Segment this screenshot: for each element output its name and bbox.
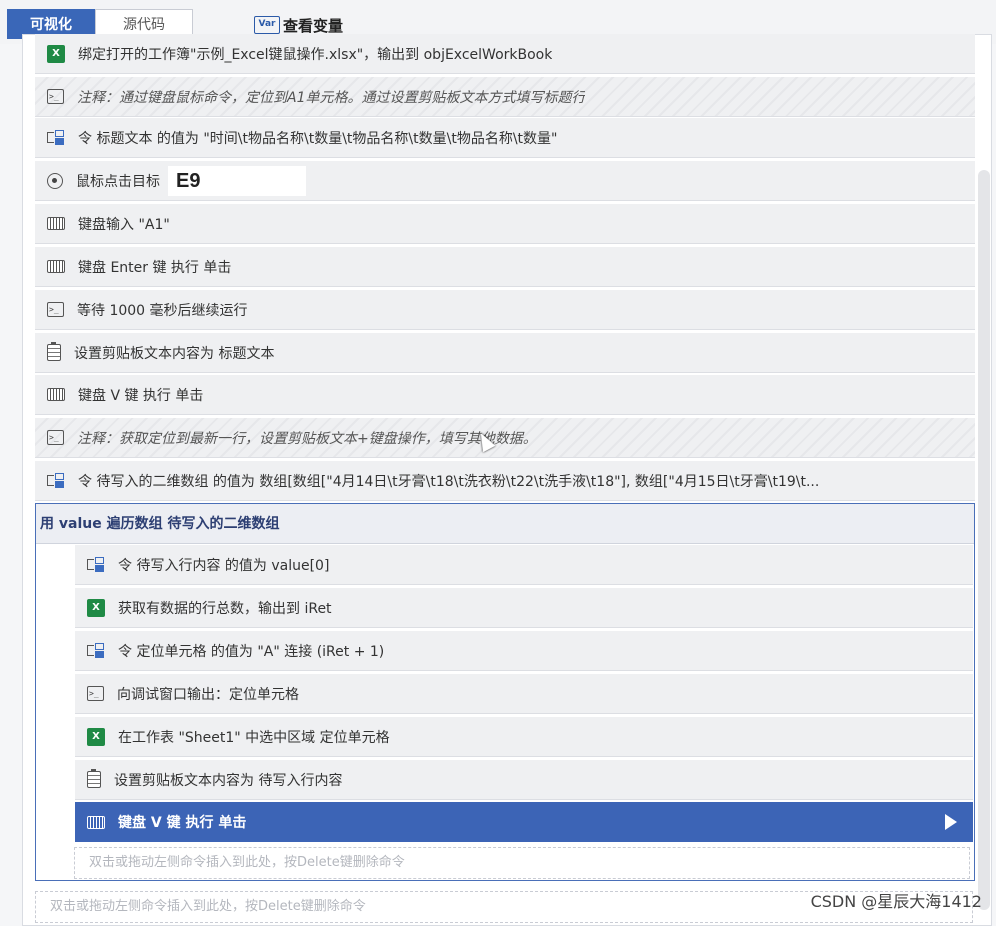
command-text: 键盘 V 键 执行 单击 — [78, 387, 204, 404]
clipboard-icon — [87, 769, 101, 788]
keyboard-icon — [47, 217, 65, 230]
variable-icon — [87, 642, 105, 660]
loop-command-row[interactable]: 令 定位单元格 的值为 "A" 连接 (iRet + 1) — [75, 631, 973, 671]
command-row[interactable]: 令 待写入的二维数组 的值为 数组[数组["4月14日\t牙膏\t18\t洗衣粉… — [35, 461, 975, 501]
command-text: 令 待写入的二维数组 的值为 数组[数组["4月14日\t牙膏\t18\t洗衣粉… — [78, 473, 820, 490]
command-text: 键盘输入 "A1" — [78, 216, 170, 233]
terminal-icon: >_ — [47, 430, 64, 445]
keyboard-icon — [87, 815, 105, 829]
view-variables-label: 查看变量 — [283, 16, 344, 35]
keyboard-icon — [47, 388, 65, 401]
command-text: 绑定打开的工作簿"示例_Excel键鼠操作.xlsx"，输出到 objExcel… — [78, 46, 553, 63]
watermark: CSDN @星辰大海1412 — [810, 892, 982, 911]
command-text: 键盘 V 键 执行 单击 — [118, 815, 247, 831]
command-text: 令 待写入行内容 的值为 value[0] — [118, 557, 330, 574]
loop-header[interactable]: 用 value 遍历数组 待写入的二维数组 — [36, 504, 974, 544]
loop-command-row[interactable]: X 在工作表 "Sheet1" 中选中区域 定位单元格 — [75, 717, 973, 757]
loop-command-row-selected[interactable]: 键盘 V 键 执行 单击 — [75, 802, 973, 842]
command-row[interactable]: 键盘 V 键 执行 单击 — [35, 375, 975, 415]
command-row[interactable]: 键盘输入 "A1" — [35, 204, 975, 244]
loop-command-row[interactable]: >_ 向调试窗口输出：定位单元格 — [75, 674, 973, 714]
terminal-icon: >_ — [47, 302, 64, 317]
loop-command-row[interactable]: 令 待写入行内容 的值为 value[0] — [75, 545, 973, 585]
command-text: 令 定位单元格 的值为 "A" 连接 (iRet + 1) — [118, 643, 385, 660]
variable-icon — [47, 129, 65, 147]
variable-icon — [87, 556, 105, 574]
run-play-icon[interactable] — [945, 814, 957, 830]
command-row[interactable]: >_ 等待 1000 毫秒后继续运行 — [35, 290, 975, 330]
variable-icon — [47, 472, 65, 490]
command-text: 令 标题文本 的值为 "时间\t物品名称\t数量\t物品名称\t数量\t物品名称… — [78, 130, 558, 147]
command-text: 在工作表 "Sheet1" 中选中区域 定位单元格 — [118, 729, 390, 746]
command-text: 获取有数据的行总数，输出到 iRet — [118, 600, 332, 617]
comment-text: 注释：通过键盘鼠标命令，定位到A1单元格。通过设置剪贴板文本方式填写标题行 — [77, 89, 586, 106]
loop-command-row[interactable]: X 获取有数据的行总数，输出到 iRet — [75, 588, 973, 628]
command-row[interactable]: 设置剪贴板文本内容为 标题文本 — [35, 333, 975, 373]
terminal-icon: >_ — [87, 686, 104, 701]
command-text: 设置剪贴板文本内容为 标题文本 — [74, 345, 275, 362]
variable-view-icon: Var — [254, 16, 280, 34]
terminal-icon: >_ — [47, 89, 64, 104]
command-row[interactable]: 键盘 Enter 键 执行 单击 — [35, 247, 975, 287]
excel-icon: X — [87, 727, 105, 746]
command-text: 鼠标点击目标 — [76, 173, 160, 190]
keyboard-icon — [47, 260, 65, 273]
loop-command-row[interactable]: 设置剪贴板文本内容为 待写入行内容 — [75, 760, 973, 800]
vertical-scrollbar[interactable] — [978, 170, 990, 910]
loop-drop-zone[interactable]: 双击或拖动左侧命令插入到此处，按Delete键删除命令 — [74, 847, 970, 879]
command-text: 设置剪贴板文本内容为 待写入行内容 — [114, 772, 343, 789]
clipboard-icon — [47, 342, 61, 361]
target-value-field[interactable]: E9 — [168, 165, 306, 196]
command-text: 键盘 Enter 键 执行 单击 — [78, 259, 232, 276]
view-variables-button[interactable]: Var 查看变量 — [254, 14, 343, 36]
command-row[interactable]: X 绑定打开的工作簿"示例_Excel键鼠操作.xlsx"，输出到 objExc… — [35, 34, 975, 74]
command-row[interactable]: 令 标题文本 的值为 "时间\t物品名称\t数量\t物品名称\t数量\t物品名称… — [35, 118, 975, 158]
command-text: 向调试窗口输出：定位单元格 — [117, 686, 299, 703]
excel-icon: X — [47, 44, 65, 63]
target-icon — [47, 172, 63, 189]
comment-row[interactable]: >_ 注释：通过键盘鼠标命令，定位到A1单元格。通过设置剪贴板文本方式填写标题行 — [35, 77, 975, 117]
comment-row[interactable]: >_ 注释：获取定位到最新一行，设置剪贴板文本+键盘操作，填写其他数据。 — [35, 418, 975, 458]
command-text: 等待 1000 毫秒后继续运行 — [77, 302, 248, 319]
command-row[interactable]: 鼠标点击目标 E9 — [35, 161, 975, 201]
excel-icon: X — [87, 598, 105, 617]
comment-text: 注释：获取定位到最新一行，设置剪贴板文本+键盘操作，填写其他数据。 — [77, 430, 537, 447]
